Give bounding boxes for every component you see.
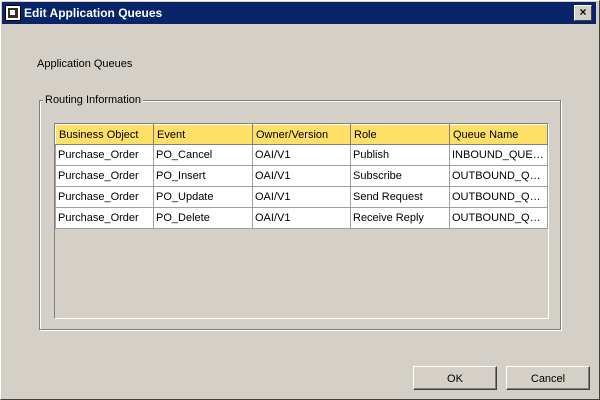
column-header-owner-version[interactable]: Owner/Version xyxy=(252,124,351,145)
table-header-row: Business Object Event Owner/Version Role… xyxy=(55,124,548,145)
column-header-role[interactable]: Role xyxy=(350,124,450,145)
table-cell[interactable]: INBOUND_QUEUE xyxy=(449,144,548,166)
routing-information-legend: Routing Information xyxy=(43,94,143,106)
table-cell[interactable]: Purchase_Order xyxy=(55,186,154,208)
table-row[interactable]: Purchase_Order PO_Insert OAI/V1 Subscrib… xyxy=(55,165,548,187)
table-cell[interactable]: Subscribe xyxy=(350,165,450,187)
table-cell[interactable]: OAI/V1 xyxy=(252,144,351,166)
dialog-window: Edit Application Queues × Application Qu… xyxy=(0,0,600,400)
table-cell[interactable]: Purchase_Order xyxy=(55,165,154,187)
table-row[interactable]: Purchase_Order PO_Delete OAI/V1 Receive … xyxy=(55,207,548,229)
application-queues-label: Application Queues xyxy=(37,58,133,70)
table-cell[interactable]: Purchase_Order xyxy=(55,144,154,166)
table-cell[interactable]: OUTBOUND_QUE... xyxy=(449,186,548,208)
table-cell[interactable]: PO_Delete xyxy=(153,207,253,229)
table-cell[interactable]: PO_Insert xyxy=(153,165,253,187)
close-icon: × xyxy=(579,5,587,19)
table-cell[interactable]: OAI/V1 xyxy=(252,186,351,208)
window-title: Edit Application Queues xyxy=(24,6,163,20)
table-row[interactable]: Purchase_Order PO_Update OAI/V1 Send Req… xyxy=(55,186,548,208)
table-cell[interactable]: Send Request xyxy=(350,186,450,208)
column-header-queue-name[interactable]: Queue Name xyxy=(449,124,548,145)
table-cell[interactable]: OUTBOUND_QUE... xyxy=(449,165,548,187)
table-cell[interactable]: Receive Reply xyxy=(350,207,450,229)
table-cell[interactable]: PO_Update xyxy=(153,186,253,208)
routing-table: Business Object Event Owner/Version Role… xyxy=(55,124,548,229)
table-cell[interactable]: OAI/V1 xyxy=(252,165,351,187)
table-cell[interactable]: Purchase_Order xyxy=(55,207,154,229)
ok-button[interactable]: OK xyxy=(413,366,497,390)
routing-table-container: Business Object Event Owner/Version Role… xyxy=(54,123,549,319)
close-button[interactable]: × xyxy=(574,5,592,21)
table-cell[interactable]: OAI/V1 xyxy=(252,207,351,229)
title-bar[interactable]: Edit Application Queues × xyxy=(2,2,596,24)
column-header-business-object[interactable]: Business Object xyxy=(55,124,154,145)
column-header-event[interactable]: Event xyxy=(153,124,253,145)
cancel-button[interactable]: Cancel xyxy=(506,366,590,390)
table-cell[interactable]: OUTBOUND_QUE... xyxy=(449,207,548,229)
table-cell[interactable]: Publish xyxy=(350,144,450,166)
table-row[interactable]: Purchase_Order PO_Cancel OAI/V1 Publish … xyxy=(55,144,548,166)
table-cell[interactable]: PO_Cancel xyxy=(153,144,253,166)
app-icon xyxy=(5,5,21,21)
